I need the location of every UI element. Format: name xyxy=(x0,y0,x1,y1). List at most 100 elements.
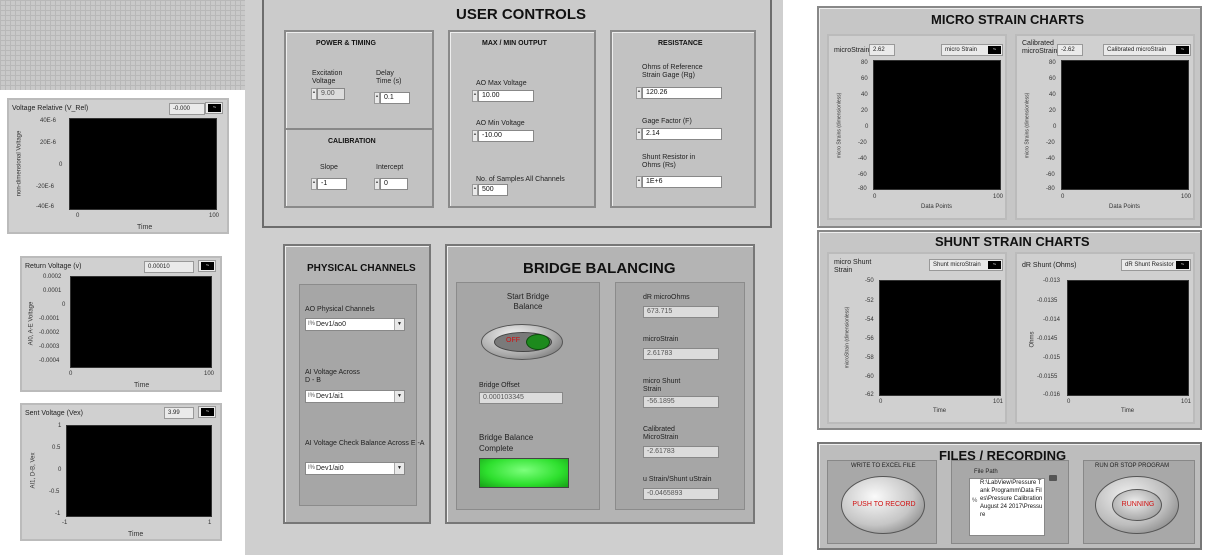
bridge-balancing-panel: BRIDGE BALANCING Start Bridge Balance OF… xyxy=(445,244,755,524)
io-key: I% xyxy=(308,321,316,327)
legend-label: Shunt microStrain xyxy=(933,262,981,268)
micro-strain-section: MICRO STRAIN CHARTS microStrain 2.62 mic… xyxy=(817,6,1202,228)
ai-db-value: Dev1/ai1 xyxy=(316,393,344,400)
y-tick: 0 xyxy=(1053,124,1057,130)
plot-legend-icon[interactable]: ~ xyxy=(205,102,223,114)
ao-max-field[interactable]: 10.00 xyxy=(478,90,534,102)
x-axis-label: Data Points xyxy=(1109,204,1141,210)
bridge-offset-field: 0.000103345 xyxy=(479,392,563,404)
x-axis-label: Time xyxy=(134,382,150,389)
run-stop-label: RUN OR STOP PROGRAM xyxy=(1095,463,1170,469)
y-tick: -0.0002 xyxy=(39,330,60,336)
run-stop-button[interactable]: RUNNING xyxy=(1095,476,1179,534)
sent-voltage-chart: Sent Voltage (Vex) 3.99 ~ 1 0.5 0 -0.5 -… xyxy=(20,403,222,541)
io-key: I% xyxy=(308,465,316,471)
chart-title: Return Voltage (v) xyxy=(25,263,82,270)
dropdown-arrow-icon[interactable]: ▼ xyxy=(394,319,404,330)
shunt-strain-plot[interactable] xyxy=(879,280,1001,396)
x-axis-label: Time xyxy=(137,224,153,231)
x-axis-label: Data Points xyxy=(921,204,953,210)
y-tick: 80 xyxy=(861,60,868,66)
slope-field[interactable]: -1 xyxy=(317,178,347,190)
file-path-label: File Path xyxy=(974,469,998,475)
ai-ea-select[interactable]: I% Dev1/ai0 ▼ xyxy=(305,462,405,475)
resistance-section: RESISTANCE Ohms of Reference Strain Gage… xyxy=(610,30,756,208)
y-tick: 40 xyxy=(1049,92,1056,98)
ao-channels-select[interactable]: I% Dev1/ao0 ▼ xyxy=(305,318,405,331)
resistance-title: RESISTANCE xyxy=(658,40,703,47)
bridge-balancing-title: BRIDGE BALANCING xyxy=(523,260,676,277)
files-recording-section: FILES / RECORDING WRITE TO EXCEL FILE PU… xyxy=(817,442,1202,550)
sent-voltage-plot[interactable] xyxy=(66,425,212,517)
y-tick: 60 xyxy=(1049,76,1056,82)
micro-strain-plot[interactable] xyxy=(873,60,1001,190)
ai-db-select[interactable]: I% Dev1/ai1 ▼ xyxy=(305,390,405,403)
samples-field[interactable]: 500 xyxy=(478,184,508,196)
y-tick: 0.0002 xyxy=(43,274,62,280)
dropdown-arrow-icon[interactable]: ▼ xyxy=(394,391,404,402)
y-tick: -54 xyxy=(865,317,874,323)
y-tick: 80 xyxy=(1049,60,1056,66)
y-tick: -58 xyxy=(865,355,874,361)
bridge-offset-label: Bridge Offset xyxy=(479,382,520,389)
x-tick: 0 xyxy=(1061,194,1065,200)
ratio-field: -0.0465893 xyxy=(643,488,719,500)
micro-strain-chart: microStrain 2.62 micro Strain ~ 80 60 40 … xyxy=(827,34,1007,220)
plot-legend-icon[interactable]: ~ xyxy=(198,260,216,272)
legend-label: Calibrated microStrain xyxy=(1107,47,1167,53)
shunt-strain-section: SHUNT STRAIN CHARTS micro Shunt Strain S… xyxy=(817,230,1202,430)
micro-strain-legend[interactable]: micro Strain ~ xyxy=(941,44,1003,56)
y-tick: -52 xyxy=(865,298,874,304)
ao-channels-value: Dev1/ao0 xyxy=(316,321,346,328)
power-timing-title: POWER & TIMING xyxy=(316,40,376,47)
dr-shunt-legend[interactable]: dR Shunt Resistor ~ xyxy=(1121,259,1191,271)
shunt-strain-legend[interactable]: Shunt microStrain ~ xyxy=(929,259,1003,271)
ai-ea-label: AI Voltage Check Balance Across E -A xyxy=(305,440,425,447)
calibrated-strain-plot[interactable] xyxy=(1061,60,1189,190)
readout-label: micro Shunt Strain xyxy=(834,259,872,274)
x-tick: 101 xyxy=(993,399,1004,405)
ohms-field[interactable]: 120.26 xyxy=(642,87,722,99)
shunt-strain-label: micro Shunt Strain xyxy=(643,378,681,393)
voltage-relative-plot[interactable] xyxy=(69,118,217,210)
dr-shunt-plot[interactable] xyxy=(1067,280,1189,396)
y-tick: 60 xyxy=(861,76,868,82)
y-tick: -0.016 xyxy=(1043,392,1061,398)
toggle-state-label: OFF xyxy=(506,337,520,344)
folder-icon[interactable] xyxy=(1049,475,1057,481)
run-button-label: RUNNING xyxy=(1121,501,1155,508)
dropdown-arrow-icon[interactable]: ▼ xyxy=(394,463,404,474)
start-bridge-toggle[interactable]: OFF xyxy=(481,324,563,360)
delay-label: Delay Time (s) xyxy=(376,70,402,85)
intercept-field[interactable]: 0 xyxy=(380,178,408,190)
y-axis-label: micro Strains (dimensionless) xyxy=(836,92,843,159)
ms-label: microStrain xyxy=(643,336,679,343)
ao-min-field[interactable]: -10.00 xyxy=(478,130,534,142)
readout-value: 2.62 xyxy=(869,44,895,56)
y-tick: 0 xyxy=(865,124,869,130)
calibrated-strain-legend[interactable]: Calibrated microStrain ~ xyxy=(1103,44,1191,56)
y-tick: 0.0001 xyxy=(43,288,62,294)
record-button-label: PUSH TO RECORD xyxy=(852,501,916,508)
y-tick: -0.0145 xyxy=(1037,336,1058,342)
x-tick: 100 xyxy=(1181,194,1192,200)
shunt-strain-title: SHUNT STRAIN CHARTS xyxy=(935,234,1090,249)
excitation-field[interactable]: 9.00 xyxy=(317,88,345,100)
shunt-resistor-field[interactable]: 1E+6 xyxy=(642,176,722,188)
return-voltage-plot[interactable] xyxy=(70,276,212,368)
plot-legend-icon[interactable]: ~ xyxy=(198,406,216,418)
micro-strain-title: MICRO STRAIN CHARTS xyxy=(931,12,1085,27)
x-axis-label: Time xyxy=(1121,408,1135,414)
push-to-record-button[interactable]: PUSH TO RECORD xyxy=(841,476,925,534)
gage-field[interactable]: 2.14 xyxy=(642,128,722,140)
physical-channels-panel: PHYSICAL CHANNELS AO Physical Channels I… xyxy=(283,244,431,524)
y-tick: -60 xyxy=(858,172,867,178)
chart-readout: -0.000 xyxy=(169,103,205,115)
delay-field[interactable]: 0.1 xyxy=(380,92,410,104)
user-controls-title: USER CONTROLS xyxy=(456,6,587,23)
start-bridge-label: Start Bridge Balance xyxy=(506,292,550,311)
file-path-field[interactable]: % R:\LabView\Pressure Tank Programm\Data… xyxy=(969,478,1045,536)
chart-readout: 0.00010 xyxy=(144,261,194,273)
front-panel-grid-left xyxy=(0,0,245,90)
y-tick: -80 xyxy=(1046,186,1055,192)
